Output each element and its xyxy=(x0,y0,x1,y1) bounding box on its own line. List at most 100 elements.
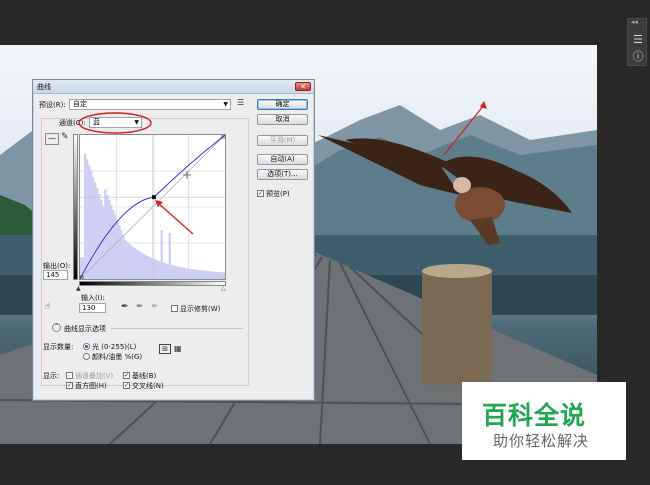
input-field[interactable]: 130 xyxy=(79,303,106,313)
black-point-slider-icon[interactable]: ▲ xyxy=(76,285,81,292)
ok-button[interactable]: 确定 xyxy=(257,99,308,110)
curve-edit-icon[interactable]: ⁓ xyxy=(45,133,59,145)
histogram-bar xyxy=(112,209,115,279)
auto-button[interactable]: 自动(A) xyxy=(257,154,308,165)
pencil-icon[interactable]: ✎ xyxy=(61,132,69,142)
histogram-bar xyxy=(170,265,173,279)
histogram-bar xyxy=(168,232,171,279)
baseline-checkbox[interactable]: ✓ xyxy=(123,372,130,379)
annotation-arrow xyxy=(155,200,194,235)
dialog-title: 曲线 xyxy=(37,83,51,91)
grid-detailed-icon[interactable]: ▦ xyxy=(174,345,182,353)
histogram-bar xyxy=(208,271,212,279)
histogram-bar xyxy=(188,268,192,279)
show-amount-label: 显示数量: xyxy=(43,343,74,351)
photoshop-workspace: ◂◂ ☰ ⓘ 曲线 ✕ 预设(R): 自定 ▼ ☰ 确定 取消 平滑(M) 自动… xyxy=(0,0,650,485)
histogram-bar xyxy=(218,272,222,279)
input-gradient xyxy=(79,281,226,286)
histogram-bar xyxy=(204,270,208,279)
preset-select[interactable]: 自定 ▼ xyxy=(69,99,231,110)
hand-target-icon[interactable]: ☝ xyxy=(45,302,50,312)
histogram-bar xyxy=(212,271,216,279)
preview-checkbox[interactable]: ✓ xyxy=(257,190,264,197)
curves-dialog: 曲线 ✕ 预设(R): 自定 ▼ ☰ 确定 取消 平滑(M) 自动(A) 选项(… xyxy=(32,79,315,401)
histogram-label: 直方图(H) xyxy=(75,382,107,390)
baseline-label: 基线(B) xyxy=(132,372,157,380)
show-clipping-label: 显示修剪(W) xyxy=(180,305,221,313)
histogram-bar xyxy=(102,205,105,279)
histogram-bar xyxy=(178,266,181,279)
histogram-bar xyxy=(154,259,157,279)
histogram-bar xyxy=(176,266,179,279)
channel-overlays-checkbox[interactable]: ✓ xyxy=(66,372,73,379)
light-radio[interactable] xyxy=(83,343,90,350)
preset-menu-icon[interactable]: ☰ xyxy=(237,98,244,107)
options-button[interactable]: 选项(T)... xyxy=(257,169,308,180)
collapsed-panel[interactable]: ◂◂ ☰ ⓘ xyxy=(627,18,647,66)
input-label: 输入(I): xyxy=(81,294,105,302)
black-eyedropper-icon[interactable]: ✒ xyxy=(121,302,129,312)
preset-label: 预设(R): xyxy=(39,101,66,109)
histogram-bar xyxy=(196,270,200,279)
collapse-icon[interactable]: ˄ xyxy=(52,323,61,332)
histogram-bar xyxy=(122,235,125,279)
histogram-bar xyxy=(192,269,196,279)
output-field[interactable]: 145 xyxy=(43,270,68,280)
histogram-bar xyxy=(124,240,127,279)
properties-icon[interactable]: ☰ xyxy=(631,33,645,47)
preset-value: 自定 xyxy=(73,100,87,108)
histogram-bar xyxy=(194,269,198,279)
histogram-bar xyxy=(180,267,183,279)
histogram-bar xyxy=(128,243,131,279)
dialog-titlebar[interactable]: 曲线 ✕ xyxy=(33,80,314,94)
histogram-bar xyxy=(100,199,103,279)
histogram-bar xyxy=(162,262,165,279)
histogram-bar xyxy=(104,189,107,279)
smooth-button[interactable]: 平滑(M) xyxy=(257,135,308,146)
watermark: 百科全说 助你轻松解决 xyxy=(462,382,626,460)
show-clipping-checkbox[interactable] xyxy=(171,305,178,312)
watermark-subtitle: 助你轻松解决 xyxy=(493,432,590,450)
histogram-checkbox[interactable]: ✓ xyxy=(66,382,73,389)
histogram-bar xyxy=(200,270,204,279)
histogram-bar xyxy=(110,204,113,279)
pigment-option-label: 颜料/油墨 %(G) xyxy=(92,353,143,361)
histogram-bar xyxy=(172,265,175,279)
histogram-bar xyxy=(136,249,139,279)
pigment-radio[interactable] xyxy=(83,353,90,360)
light-option-label: 光 (0-255)(L) xyxy=(92,343,137,351)
histogram-bar xyxy=(138,251,141,279)
intersection-label: 交叉线(N) xyxy=(132,382,164,390)
close-icon[interactable]: ✕ xyxy=(295,82,311,91)
panel-grip-icon[interactable]: ◂◂ xyxy=(631,19,643,26)
grid-simple-icon[interactable]: ⊞ xyxy=(159,344,171,354)
histogram-bar xyxy=(184,268,188,279)
white-point-slider-icon[interactable]: △ xyxy=(221,285,226,292)
histogram-bar xyxy=(164,263,167,279)
histogram-bar xyxy=(142,253,145,279)
histogram-bar xyxy=(158,261,161,279)
info-icon[interactable]: ⓘ xyxy=(631,50,645,64)
white-eyedropper-icon[interactable]: ✒ xyxy=(151,302,159,312)
intersection-checkbox[interactable]: ✓ xyxy=(123,382,130,389)
cancel-button[interactable]: 取消 xyxy=(257,114,308,125)
histogram-bar xyxy=(156,260,159,279)
histogram-bar xyxy=(92,176,95,279)
histogram-bar xyxy=(202,270,206,279)
histogram-bar xyxy=(174,266,177,279)
chevron-down-icon: ▼ xyxy=(223,101,228,108)
histogram-bar xyxy=(214,271,218,279)
histogram-bar xyxy=(216,272,220,279)
output-gradient xyxy=(73,134,78,280)
channel-overlays-label: 通道叠加(V) xyxy=(75,372,114,380)
gray-eyedropper-icon[interactable]: ✒ xyxy=(136,302,144,312)
histogram-bar xyxy=(130,245,133,279)
display-options-heading: 曲线显示选项 xyxy=(64,325,106,333)
histogram-bar xyxy=(190,269,194,279)
histogram-bar xyxy=(90,171,93,279)
histogram-bar xyxy=(144,254,147,279)
histogram-bar xyxy=(96,188,99,279)
histogram-bar xyxy=(210,271,214,279)
histogram-bar xyxy=(118,225,121,279)
histogram-bar xyxy=(140,252,143,279)
